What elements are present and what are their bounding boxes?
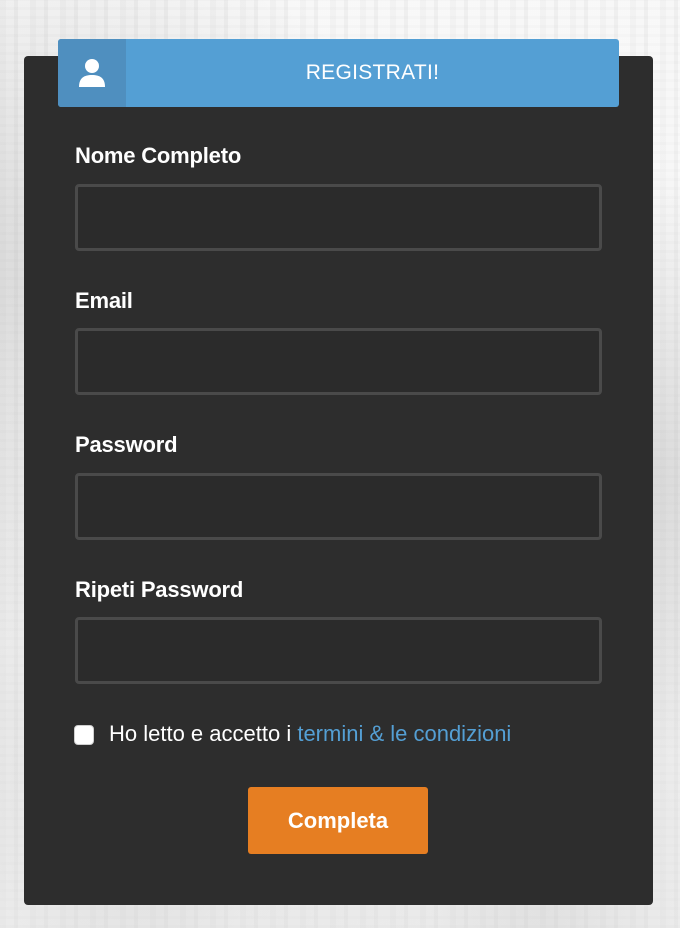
terms-checkbox[interactable] <box>74 725 94 745</box>
password-label: Password <box>75 432 178 457</box>
user-icon <box>79 59 105 87</box>
password-input[interactable] <box>75 473 602 540</box>
email-label: Email <box>75 288 133 313</box>
submit-button[interactable]: Completa <box>248 787 428 854</box>
terms-text: Ho letto e accetto i <box>109 721 298 746</box>
terms-label: Ho letto e accetto i termini & le condiz… <box>109 721 511 747</box>
header-title: REGISTRATI! <box>305 61 440 84</box>
full-name-label: Nome Completo <box>75 143 242 168</box>
email-input[interactable] <box>75 328 602 395</box>
repeat-password-input[interactable] <box>75 617 602 684</box>
repeat-password-label: Ripeti Password <box>75 577 244 602</box>
terms-link[interactable]: termini & le condizioni <box>297 721 511 746</box>
full-name-input[interactable] <box>75 184 602 251</box>
header-icon-box <box>58 39 126 107</box>
registration-header: REGISTRATI! <box>58 39 619 107</box>
